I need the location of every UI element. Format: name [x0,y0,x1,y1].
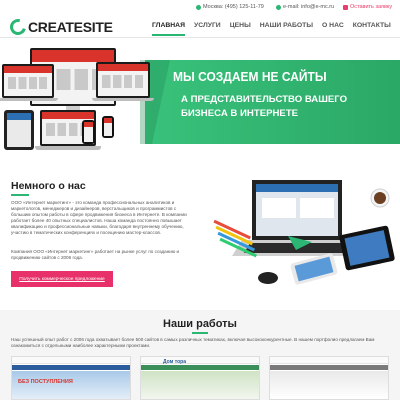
hero-headline: МЫ СОЗДАЕМ НЕ САЙТЫ [173,69,327,85]
laptop-right-base [92,98,154,101]
thumb-menu-bar [12,365,130,370]
portfolio-thumb-2[interactable]: Дом тора [140,356,260,400]
about-paragraph-2: Компания ООО «Интернет маркетинг» работа… [11,249,180,261]
main-nav: ГЛАВНАЯ УСЛУГИ ЦЕНЫ НАШИ РАБОТЫ О НАС КО… [152,22,391,36]
thumb-header [270,357,388,364]
thumb-header [141,357,259,364]
laptop-front-base [35,146,101,150]
nav-item-prices[interactable]: ЦЕНЫ [230,22,251,36]
phone-label: Москва: (495) 125-11-79 [203,4,264,10]
phone-device [82,120,95,144]
nav-item-about[interactable]: О НАС [322,22,344,36]
nav-divider [0,37,400,38]
commercial-offer-button[interactable]: Получить коммерческое предложение [11,271,113,287]
phone-device-2 [102,116,114,138]
thumb-menu-bar [141,365,259,370]
thumb-body [12,371,130,399]
email-label: e-mail: info@e-mc.ru [283,4,335,10]
thumb-body [270,371,388,399]
thumb-body [141,371,259,399]
portfolio-thumb-3[interactable] [269,356,389,400]
works-title-underline [192,332,208,334]
nav-item-contacts[interactable]: КОНТАКТЫ [353,22,391,36]
thumb-banner-text: БЕЗ ПОСТУПЛЕНИЯ [18,379,73,385]
portfolio-thumb-1[interactable]: БЕЗ ПОСТУПЛЕНИЯ [11,356,131,400]
pencil-icon [343,4,348,10]
laptop-right-screen [96,62,150,98]
works-title: Наши работы [163,318,237,330]
mail-icon [276,4,281,10]
nav-item-home[interactable]: ГЛАВНАЯ [152,22,185,36]
about-paragraph-1: ООО «Интернет маркетинг» - это команда п… [11,200,187,236]
phone-contact[interactable]: Москва: (495) 125-11-79 [196,4,264,10]
thumb-menu-bar [270,365,388,370]
phone-icon [196,4,201,10]
hero-subline-2: БИЗНЕСА В ИНТЕРНЕТЕ [181,108,299,119]
thumb-header [12,357,130,364]
laptop-left-screen [2,64,54,98]
order-link[interactable]: Оставить заявку [343,4,392,10]
logo-mark-icon [7,16,29,38]
about-title: Немного о нас [11,180,86,192]
tablet-device [4,110,34,150]
nav-item-works[interactable]: НАШИ РАБОТЫ [260,22,313,36]
logo-text: CREATESITE [28,19,113,35]
top-bar: Москва: (495) 125-11-79 e-mail: info@e-m… [0,0,400,14]
email-contact[interactable]: e-mail: info@e-mc.ru [276,4,334,10]
logo[interactable]: CREATESITE [7,16,113,38]
order-label: Оставить заявку [350,4,393,10]
about-title-underline [11,194,29,196]
nav-item-services[interactable]: УСЛУГИ [194,22,221,36]
thumb-logo-text: Дом тора [163,359,186,365]
laptop-left-base [0,98,58,101]
works-description: Наш успешный опыт работ с 2006 года охва… [11,337,375,348]
hero-banner: МЫ СОЗДАЕМ НЕ САЙТЫ А ПРЕДСТАВИТЕЛЬСТВО … [0,46,400,158]
hero-subline-1: А ПРЕДСТАВИТЕЛЬСТВО ВАШЕГО [181,94,348,105]
desk-illustration [213,180,395,285]
